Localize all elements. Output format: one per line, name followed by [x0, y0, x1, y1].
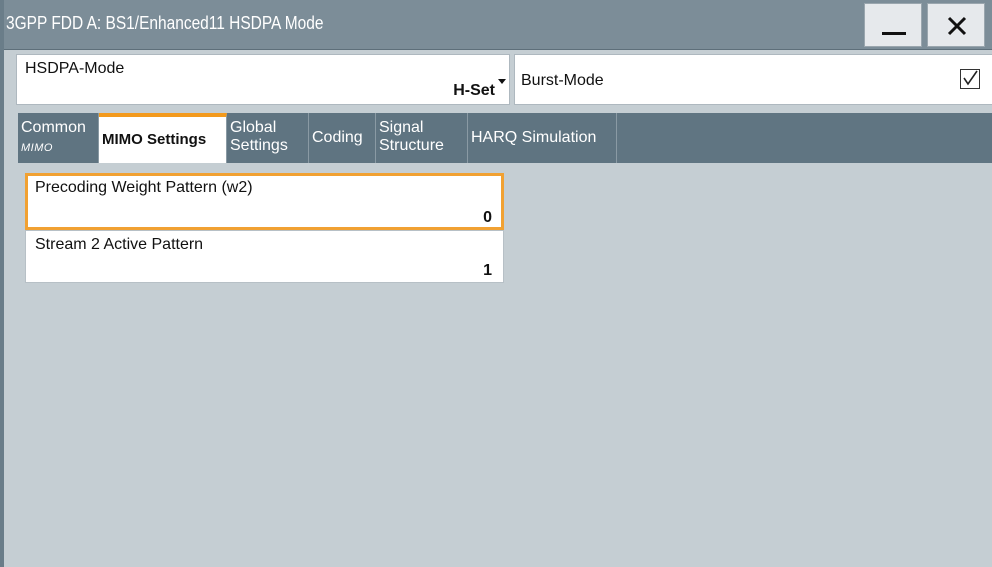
hsdpa-mode-select[interactable]: HSDPA-Mode H-Set	[16, 54, 510, 105]
hsdpa-mode-label: HSDPA-Mode	[25, 60, 125, 77]
tab-label-line1: Global	[230, 119, 277, 136]
tab-sublabel: MIMO	[21, 142, 53, 154]
hsdpa-mode-value: H-Set	[453, 82, 495, 99]
tab-coding[interactable]: Coding	[309, 113, 376, 163]
burst-mode-label: Burst-Mode	[521, 72, 604, 89]
tab-label: HARQ Simulation	[471, 129, 597, 146]
tab-bar: Common MIMO MIMO Settings Global Setting…	[18, 113, 992, 163]
burst-mode-field: Burst-Mode	[514, 54, 992, 105]
hsdpa-mode-dialog: 3GPP FDD A: BS1/Enhanced11 HSDPA Mode HS…	[0, 0, 992, 567]
minimize-icon	[882, 32, 906, 35]
tab-mimo-settings[interactable]: MIMO Settings	[99, 113, 227, 163]
checkmark-icon	[963, 70, 978, 86]
stream2-active-label: Stream 2 Active Pattern	[35, 236, 204, 253]
precoding-weight-value: 0	[483, 209, 492, 226]
mimo-settings-panel: Precoding Weight Pattern (w2) 0 Stream 2…	[18, 163, 992, 567]
burst-mode-checkbox[interactable]	[960, 69, 980, 89]
tab-label: MIMO Settings	[102, 131, 207, 148]
tab-label: Common	[21, 119, 86, 136]
tab-label-line2: Structure	[379, 137, 444, 154]
tab-signal-structure[interactable]: Signal Structure	[376, 113, 468, 163]
window-title: 3GPP FDD A: BS1/Enhanced11 HSDPA Mode	[6, 13, 324, 33]
tab-global-settings[interactable]: Global Settings	[227, 113, 309, 163]
minimize-button[interactable]	[864, 3, 922, 47]
dropdown-arrow-icon	[498, 79, 506, 84]
tab-label: Coding	[312, 129, 363, 146]
precoding-weight-pattern-field[interactable]: Precoding Weight Pattern (w2) 0	[25, 173, 504, 230]
tab-harq-simulation[interactable]: HARQ Simulation	[468, 113, 617, 163]
tab-label-line1: Signal	[379, 119, 424, 136]
stream2-active-value: 1	[483, 262, 492, 279]
close-button[interactable]	[927, 3, 985, 47]
stream2-active-pattern-field[interactable]: Stream 2 Active Pattern 1	[25, 230, 504, 283]
tab-label-line2: Settings	[230, 137, 288, 154]
tab-common-mimo[interactable]: Common MIMO	[18, 113, 99, 163]
title-bar: 3GPP FDD A: BS1/Enhanced11 HSDPA Mode	[4, 0, 992, 50]
precoding-weight-label: Precoding Weight Pattern (w2)	[35, 179, 253, 196]
